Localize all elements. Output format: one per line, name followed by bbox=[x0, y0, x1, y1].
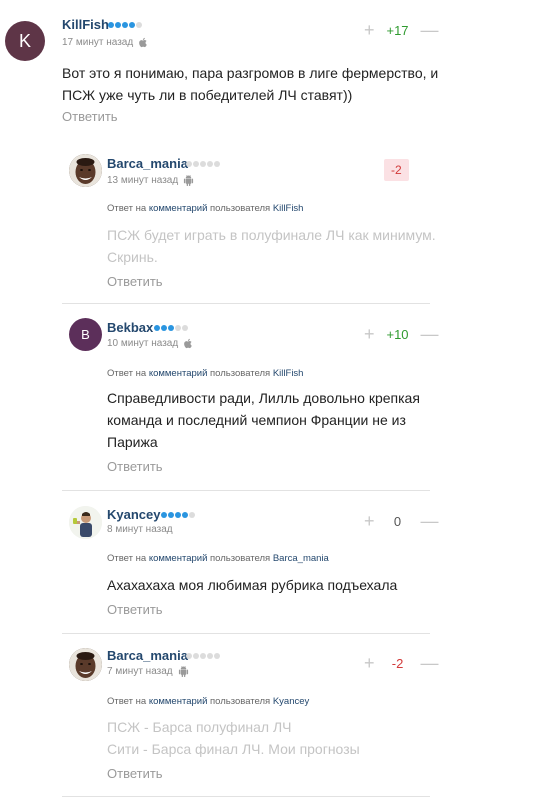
reply-to-comment-link[interactable]: комментарий bbox=[149, 696, 208, 707]
time-text: 7 минут назад bbox=[107, 666, 173, 677]
score: +17 bbox=[386, 22, 409, 38]
reply-button[interactable]: Ответить bbox=[107, 602, 163, 617]
rating-dots bbox=[186, 653, 220, 659]
downvote-button[interactable]: — bbox=[421, 325, 439, 343]
username[interactable]: Barca_mania bbox=[107, 156, 188, 171]
reply-button[interactable]: Ответить bbox=[62, 109, 118, 124]
reply-to-user-link[interactable]: KillFish bbox=[273, 368, 304, 379]
reply-to-line: Ответ на комментарий пользователя Kyance… bbox=[107, 696, 309, 707]
timestamp: 13 минут назад bbox=[107, 175, 194, 186]
divider bbox=[62, 303, 430, 304]
comment-text: ПСЖ - Барса полуфинал ЛЧ Сити - Барса фи… bbox=[107, 716, 487, 760]
reply-to-comment-link[interactable]: комментарий bbox=[149, 203, 208, 214]
upvote-button[interactable]: + bbox=[364, 325, 375, 343]
upvote-button[interactable]: + bbox=[364, 21, 375, 39]
text-line: ПСЖ уже чуть ли в победителей ЛЧ ставят)… bbox=[62, 87, 353, 103]
username[interactable]: KillFish bbox=[62, 17, 109, 32]
reply-to-prefix: Ответ на bbox=[107, 553, 147, 564]
reply-to-prefix: Ответ на bbox=[107, 368, 147, 379]
upvote-button[interactable]: + bbox=[364, 512, 375, 530]
avatar[interactable] bbox=[69, 506, 102, 539]
comment-text: Справедливости ради, Лилль довольно креп… bbox=[107, 387, 487, 453]
vote-widget: + 0 — bbox=[364, 512, 439, 530]
vote-widget: + +10 — bbox=[364, 325, 439, 343]
comment-text: Вот это я понимаю, пара разгромов в лиге… bbox=[62, 62, 462, 106]
text-line: Справедливости ради, Лилль довольно креп… bbox=[107, 390, 420, 406]
divider bbox=[62, 796, 430, 797]
reply-to-line: Ответ на комментарий пользователя Barca_… bbox=[107, 553, 329, 564]
rating-dots bbox=[186, 161, 220, 167]
face-icon bbox=[69, 648, 102, 681]
divider bbox=[62, 490, 430, 491]
reply-to-mid: пользователя bbox=[210, 368, 271, 379]
reply-to-prefix: Ответ на bbox=[107, 203, 147, 214]
android-icon bbox=[178, 666, 189, 677]
reply-to-mid: пользователя bbox=[210, 696, 271, 707]
time-text: 10 минут назад bbox=[107, 338, 179, 349]
divider bbox=[62, 633, 430, 634]
reply-button[interactable]: Ответить bbox=[107, 274, 163, 289]
avatar[interactable]: K bbox=[5, 21, 45, 61]
avatar-letter: B bbox=[81, 327, 90, 342]
reply-button[interactable]: Ответить bbox=[107, 766, 163, 781]
upvote-button[interactable]: + bbox=[364, 654, 375, 672]
score: -2 bbox=[391, 655, 404, 671]
rating-dots bbox=[154, 325, 188, 331]
person-icon bbox=[69, 506, 102, 539]
apple-icon bbox=[183, 338, 194, 349]
score: +10 bbox=[386, 326, 409, 342]
text-line: Сити - Барса финал ЛЧ. Мои прогнозы bbox=[107, 741, 360, 757]
reply-to-comment-link[interactable]: комментарий bbox=[149, 368, 208, 379]
text-line: Вот это я понимаю, пара разгромов в лиге… bbox=[62, 65, 439, 81]
timestamp: 7 минут назад bbox=[107, 666, 189, 677]
reply-to-line: Ответ на комментарий пользователя KillFi… bbox=[107, 203, 303, 214]
reply-to-prefix: Ответ на bbox=[107, 696, 147, 707]
timestamp: 8 минут назад bbox=[107, 524, 173, 535]
reply-button[interactable]: Ответить bbox=[107, 459, 163, 474]
avatar[interactable] bbox=[69, 154, 102, 187]
text-line: Парижа bbox=[107, 434, 158, 450]
reply-to-user-link[interactable]: Barca_mania bbox=[273, 553, 329, 564]
text-line: Ахахахаха моя любимая рубрика подъехала bbox=[107, 577, 398, 593]
apple-icon bbox=[138, 37, 149, 48]
timestamp: 17 минут назад bbox=[62, 37, 149, 48]
text-line: Скринь. bbox=[107, 249, 158, 265]
downvote-button[interactable]: — bbox=[421, 21, 439, 39]
time-text: 13 минут назад bbox=[107, 175, 179, 186]
reply-to-line: Ответ на комментарий пользователя KillFi… bbox=[107, 368, 303, 379]
rating-dots bbox=[108, 22, 142, 28]
text-line: ПСЖ будет играть в полуфинале ЛЧ как мин… bbox=[107, 227, 436, 243]
vote-widget: + -2 — bbox=[364, 654, 439, 672]
reply-to-comment-link[interactable]: комментарий bbox=[149, 553, 208, 564]
username[interactable]: Kyancey bbox=[107, 507, 160, 522]
text-line: ПСЖ - Барса полуфинал ЛЧ bbox=[107, 719, 292, 735]
score: 0 bbox=[393, 513, 402, 529]
face-icon bbox=[69, 154, 102, 187]
rating-dots bbox=[161, 512, 195, 518]
comment-text: Ахахахаха моя любимая рубрика подъехала bbox=[107, 574, 487, 596]
avatar-letter: K bbox=[18, 30, 31, 51]
reply-to-mid: пользователя bbox=[210, 553, 271, 564]
reply-to-user-link[interactable]: KillFish bbox=[273, 203, 304, 214]
avatar[interactable]: B bbox=[69, 318, 102, 351]
downvote-button[interactable]: — bbox=[421, 512, 439, 530]
username[interactable]: Barca_mania bbox=[107, 648, 188, 663]
timestamp: 10 минут назад bbox=[107, 338, 194, 349]
text-line: команда и последний чемпион Франции не и… bbox=[107, 412, 406, 428]
avatar[interactable] bbox=[69, 648, 102, 681]
reply-to-user-link[interactable]: Kyancey bbox=[273, 696, 309, 707]
reply-to-mid: пользователя bbox=[210, 203, 271, 214]
time-text: 17 минут назад bbox=[62, 37, 134, 48]
comment-text: ПСЖ будет играть в полуфинале ЛЧ как мин… bbox=[107, 224, 487, 268]
username[interactable]: Bekbax bbox=[107, 320, 153, 335]
vote-widget: + +17 — bbox=[364, 21, 439, 39]
android-icon bbox=[183, 175, 194, 186]
score-badge: -2 bbox=[384, 159, 409, 181]
downvote-button[interactable]: — bbox=[421, 654, 439, 672]
time-text: 8 минут назад bbox=[107, 524, 173, 535]
